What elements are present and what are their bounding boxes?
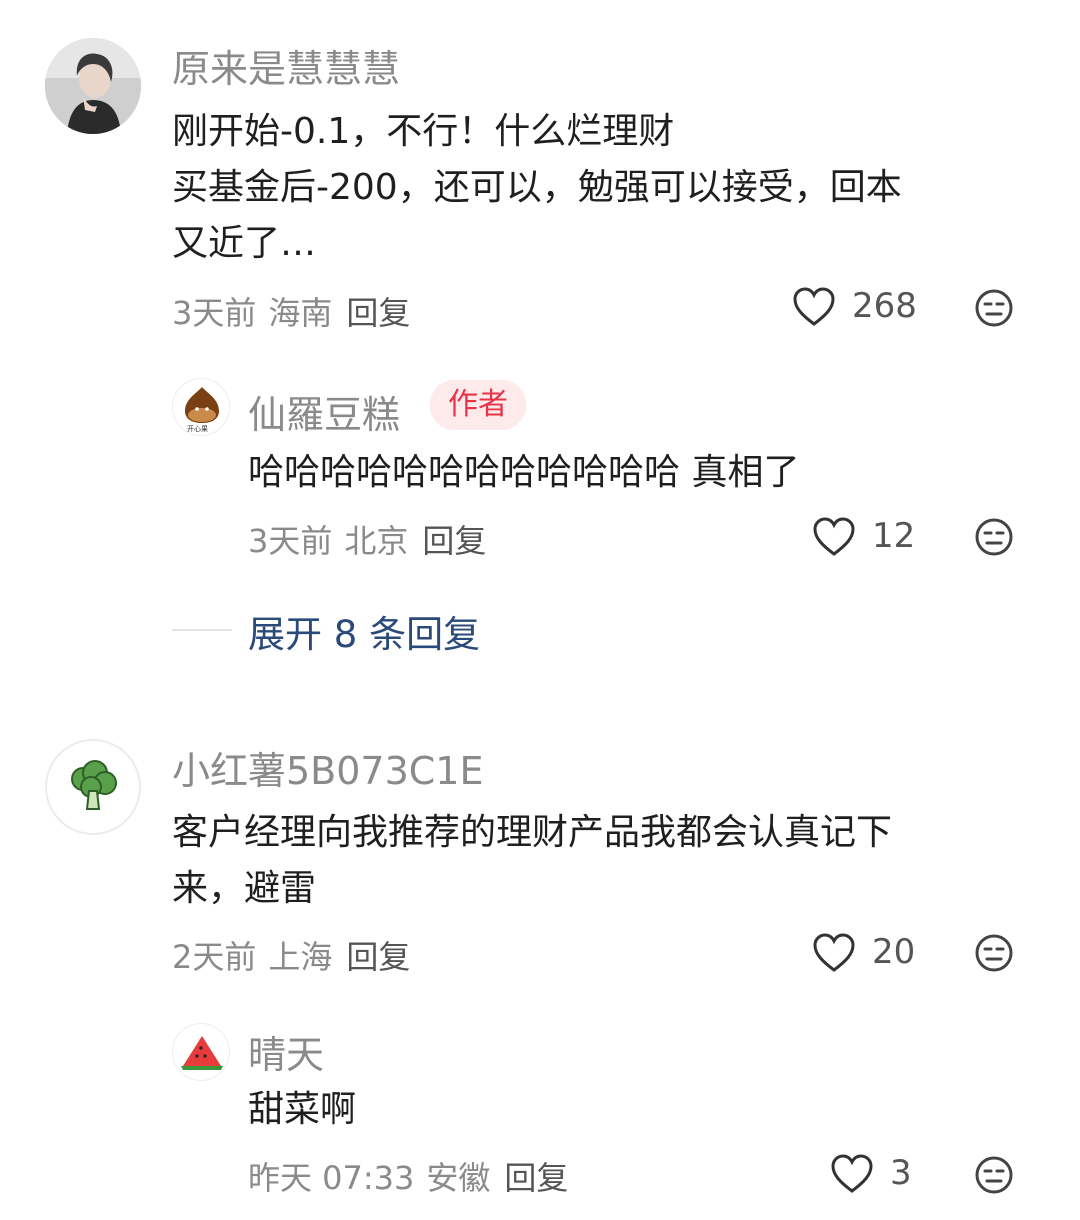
heart-icon[interactable]	[830, 1154, 874, 1194]
comment-text: 哈哈哈哈哈哈哈哈哈哈哈哈 真相了	[248, 452, 800, 493]
timestamp: 昨天 07:33	[248, 1159, 415, 1197]
comment-text: 甜菜啊	[248, 1089, 357, 1130]
comment-meta: 昨天 07:33 安徽 回复	[248, 1153, 568, 1199]
reply-button[interactable]: 回复	[346, 938, 410, 976]
username[interactable]: 原来是慧慧慧	[172, 38, 400, 93]
heart-icon[interactable]	[812, 933, 856, 973]
username[interactable]: 小红薯5B073C1E	[172, 740, 484, 795]
like-count: 3	[890, 1153, 912, 1193]
comment-line: 刚开始-0.1，不行！什么烂理财	[172, 111, 675, 152]
location: 安徽	[426, 1159, 491, 1197]
comment-meta: 2天前 上海 回复	[172, 932, 410, 978]
avatar[interactable]	[45, 739, 141, 835]
username[interactable]: 晴天	[248, 1024, 324, 1079]
comment-line: 买基金后-200，还可以，勉强可以接受，回本	[172, 167, 902, 208]
comment-line: 来，避雷	[172, 868, 317, 909]
like-count: 268	[852, 286, 917, 326]
location: 海南	[268, 294, 333, 332]
emoji-reaction-icon[interactable]	[974, 1155, 1014, 1195]
comment-text: 客户经理向我推荐的理财产品我都会认真记下 来，避雷	[172, 805, 892, 917]
heart-icon[interactable]	[792, 287, 836, 327]
comment-meta: 3天前 海南 回复	[172, 288, 410, 334]
reply-button[interactable]: 回复	[504, 1159, 568, 1197]
avatar[interactable]	[172, 1023, 230, 1081]
expand-divider	[172, 629, 232, 631]
reply-button[interactable]: 回复	[346, 294, 410, 332]
person-photo-avatar	[45, 38, 141, 134]
emoji-reaction-icon[interactable]	[974, 933, 1014, 973]
broccoli-avatar	[71, 760, 117, 810]
like-count: 12	[872, 516, 916, 556]
timestamp: 3天前	[172, 294, 257, 332]
timestamp: 2天前	[172, 938, 257, 976]
location: 上海	[268, 938, 333, 976]
username[interactable]: 仙羅豆糕	[248, 384, 400, 439]
heart-icon[interactable]	[812, 517, 856, 557]
avatar[interactable]	[45, 38, 141, 134]
comment-line: 客户经理向我推荐的理财产品我都会认真记下	[172, 812, 893, 853]
timestamp: 3天前	[248, 522, 333, 560]
emoji-reaction-icon[interactable]	[974, 517, 1014, 557]
reply-button[interactable]: 回复	[422, 522, 486, 560]
avatar-caption: 开心果	[187, 425, 208, 433]
location: 北京	[344, 522, 409, 560]
comment-meta: 3天前 北京 回复	[248, 516, 486, 562]
comment-text: 刚开始-0.1，不行！什么烂理财 买基金后-200，还可以，勉强可以接受，回本 …	[172, 104, 902, 272]
watermelon-avatar	[181, 1036, 223, 1070]
expand-replies-button[interactable]: 展开 8 条回复	[248, 604, 480, 658]
like-count: 20	[872, 932, 916, 972]
comment-line: 又近了…	[172, 223, 317, 264]
emoji-reaction-icon[interactable]	[974, 288, 1014, 328]
author-badge: 作者	[430, 380, 526, 430]
